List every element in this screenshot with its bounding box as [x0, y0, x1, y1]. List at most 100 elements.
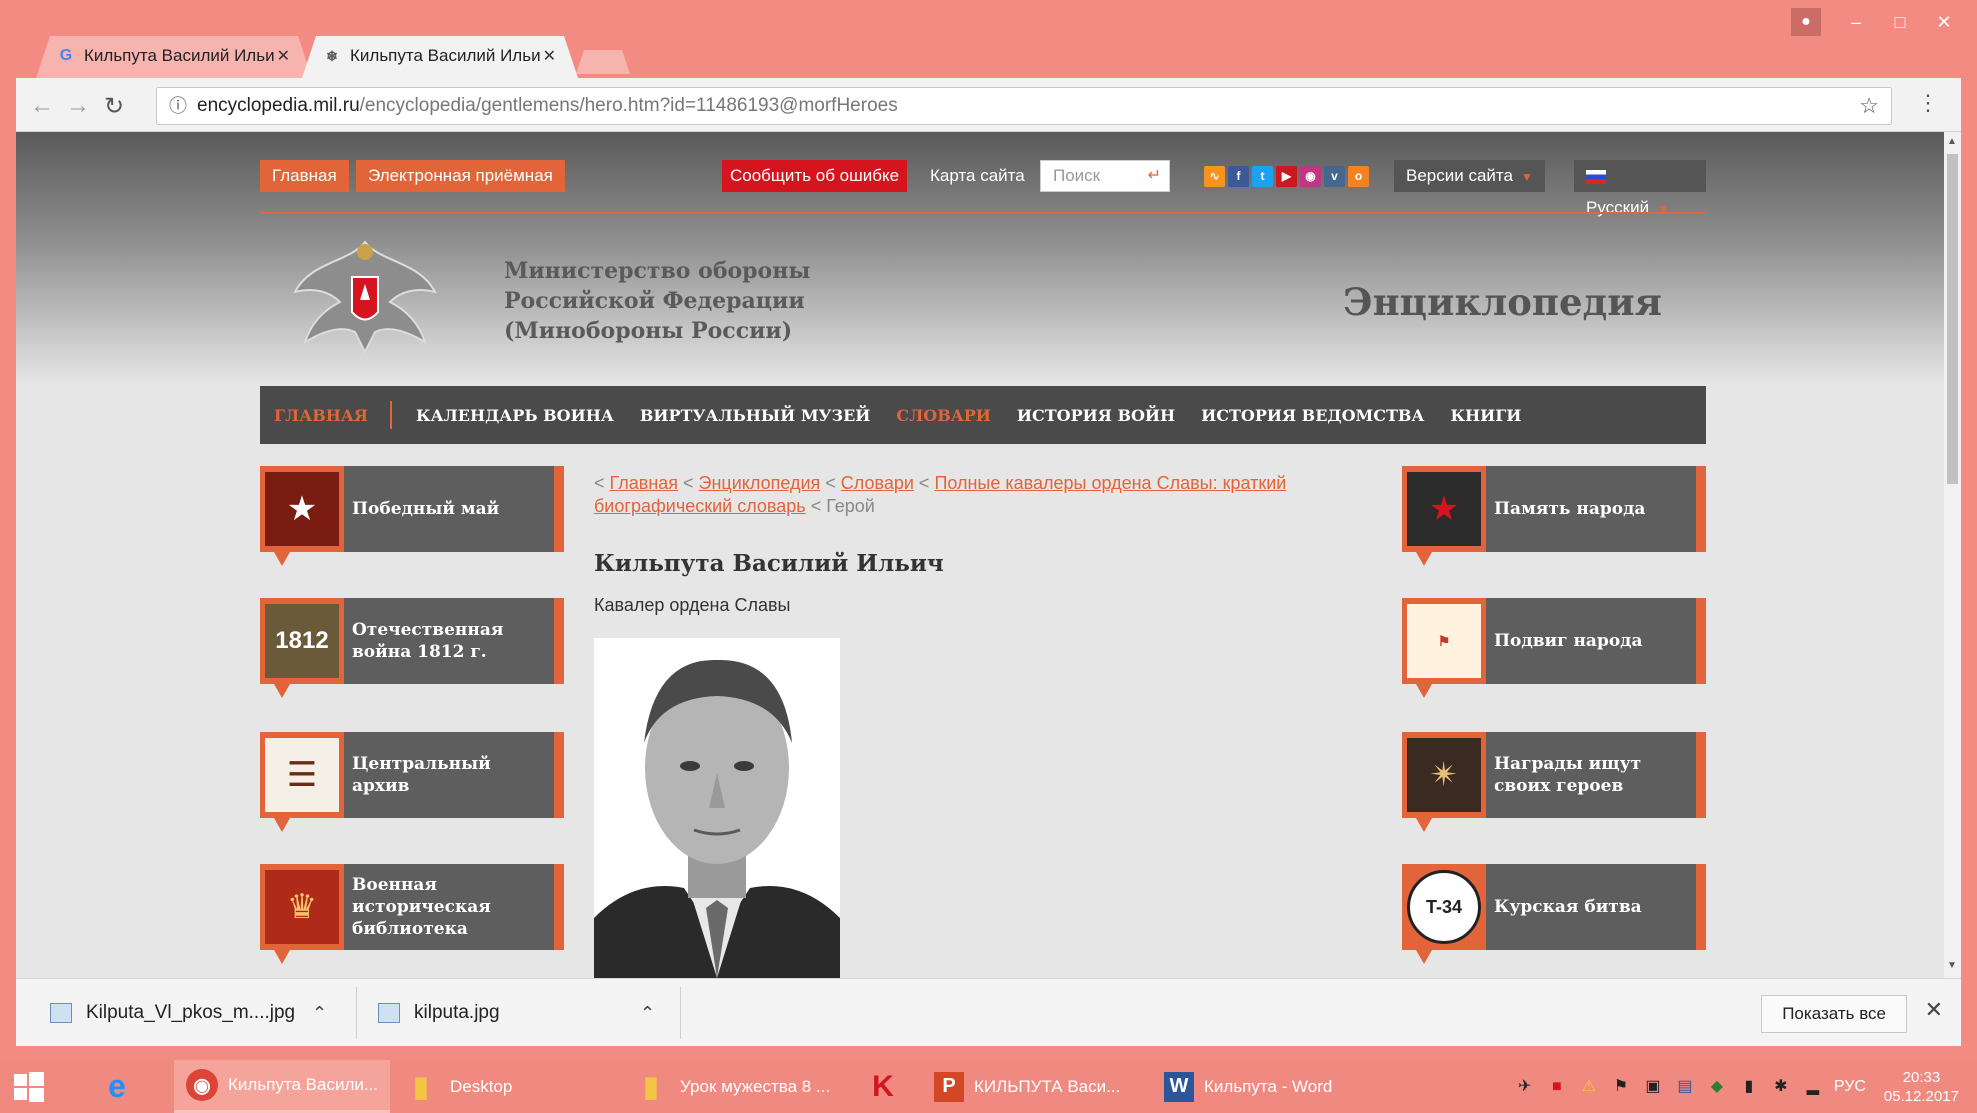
social-icons: ∿ f t ▶ ◉ v o [1204, 166, 1369, 187]
flag-icon[interactable]: ⚑ [1610, 1076, 1632, 1098]
breadcrumb-home[interactable]: Главная [610, 473, 679, 493]
download-item[interactable]: kilputa.jpg ⌃ [378, 979, 678, 1047]
tab-title: Кильпута Василий Ильи [84, 46, 275, 65]
tile-memory-of-people[interactable]: ★ Память народа [1402, 466, 1706, 566]
taskbar-label: Кильпута Васили... [228, 1075, 379, 1094]
bookmark-star-icon[interactable]: ☆ [1859, 88, 1879, 124]
taskbar-chrome[interactable]: ◉ Кильпута Васили... [174, 1060, 390, 1113]
ministry-line: Министерство обороны [504, 258, 811, 284]
nav-item-calendar[interactable]: КАЛЕНДАРЬ ВОИНА [416, 406, 614, 425]
facebook-icon[interactable]: f [1228, 166, 1249, 187]
info-icon[interactable]: ⓘ [169, 88, 187, 124]
odnoklassniki-icon[interactable]: o [1348, 166, 1369, 187]
tray-security-icon[interactable]: ■ [1546, 1076, 1568, 1098]
show-all-downloads-button[interactable]: Показать все [1761, 995, 1907, 1033]
hero-subtitle: Кавалер ордена Славы [594, 595, 791, 615]
tile-feat-of-people[interactable]: ⚑ Подвиг народа [1402, 598, 1706, 698]
close-icon[interactable]: ✕ [1925, 997, 1943, 1023]
sitemap-link[interactable]: Карта сайта [930, 160, 1025, 192]
bluetooth-icon[interactable]: ✱ [1770, 1076, 1792, 1098]
network-app-icon[interactable]: ▤ [1674, 1076, 1696, 1098]
ministry-line: (Минобороны России) [504, 318, 793, 344]
taskbar-ie[interactable]: e [58, 1060, 174, 1113]
rss-icon[interactable]: ∿ [1204, 166, 1225, 187]
taskbar-word[interactable]: W Кильпута - Word [1152, 1060, 1382, 1113]
red-star-medal-icon: ★ [265, 472, 339, 546]
nav-item-war-history[interactable]: ИСТОРИЯ ВОЙН [1017, 406, 1175, 425]
tile-thumbnail: ★ [1402, 466, 1486, 552]
tile-awards-seek-heroes[interactable]: ✴ Награды ищут своих героев [1402, 732, 1706, 832]
tile-central-archive[interactable]: ☰ Центральный архив [260, 732, 564, 832]
order-medal-icon: ✴ [1407, 738, 1481, 812]
nav-item-dictionaries[interactable]: СЛОВАРИ [896, 406, 991, 425]
ministry-name[interactable]: Министерство обороны Российской Федераци… [504, 256, 810, 346]
vk-icon[interactable]: v [1324, 166, 1345, 187]
page-viewport: Главная Электронная приёмная Сообщить об… [16, 132, 1944, 978]
taskbar-powerpoint[interactable]: P КИЛЬПУТА Васи... [922, 1060, 1152, 1113]
close-window-button[interactable]: ✕ [1925, 8, 1963, 36]
scroll-up-arrow-icon[interactable]: ▲ [1947, 136, 1957, 147]
download-filename: kilputa.jpg [414, 1002, 500, 1023]
crown-monogram-icon: ♛ [265, 870, 339, 944]
language-indicator[interactable]: РУС [1834, 1076, 1866, 1098]
twitter-icon[interactable]: t [1252, 166, 1273, 187]
browser-tab-active[interactable]: ❄ Кильпута Василий Ильи ✕ [302, 36, 578, 78]
new-tab-button[interactable] [576, 50, 630, 74]
nav-item-home[interactable]: ГЛАВНАЯ [274, 406, 368, 425]
tile-military-library[interactable]: ♛ Военная историческая библиотека [260, 864, 564, 964]
usb-icon[interactable]: ▣ [1642, 1076, 1664, 1098]
battery-icon[interactable]: ▮ [1738, 1076, 1760, 1098]
profile-icon[interactable]: ● [1791, 8, 1821, 36]
search-placeholder: Поиск [1053, 166, 1101, 185]
scroll-down-arrow-icon[interactable]: ▼ [1947, 960, 1957, 971]
taskbar-label: Desktop [450, 1076, 513, 1096]
clock[interactable]: 20:33 05.12.2017 [1884, 1068, 1959, 1106]
close-tab-icon[interactable]: ✕ [277, 46, 290, 66]
nav-item-department-history[interactable]: ИСТОРИЯ ВЕДОМСТВА [1201, 406, 1424, 425]
tray-app-icon[interactable]: ✈ [1514, 1076, 1536, 1098]
e-reception-link[interactable]: Электронная приёмная [356, 160, 565, 192]
search-input[interactable]: Поиск ↵ [1040, 160, 1170, 192]
maximize-button[interactable]: □ [1881, 8, 1919, 36]
tile-label: Память народа [1494, 499, 1646, 519]
reload-icon[interactable]: ↻ [104, 92, 124, 121]
warning-icon[interactable]: ⚠ [1578, 1076, 1600, 1098]
windows-start-button[interactable] [0, 1060, 58, 1113]
ministry-emblem-logo[interactable] [290, 232, 440, 362]
taskbar-kaspersky[interactable]: K [852, 1060, 922, 1113]
signal-icon[interactable]: ▂ [1802, 1076, 1824, 1098]
tab-title: Кильпута Василий Ильи [350, 46, 541, 65]
tile-victory-may[interactable]: ★ Победный май [260, 466, 564, 566]
nav-item-books[interactable]: КНИГИ [1450, 406, 1521, 425]
tile-kursk-battle[interactable]: T-34 Курская битва [1402, 864, 1706, 964]
taskbar-desktop[interactable]: ▮ Desktop [390, 1060, 620, 1113]
chevron-up-icon[interactable]: ⌃ [312, 1003, 327, 1024]
report-error-button[interactable]: Сообщить об ошибке [722, 160, 908, 192]
tile-war-1812[interactable]: 1812 Отечественная война 1812 г. [260, 598, 564, 698]
breadcrumb-dictionaries[interactable]: Словари [841, 473, 914, 493]
minimize-button[interactable]: – [1837, 8, 1875, 36]
chevron-up-icon[interactable]: ⌃ [640, 1003, 655, 1024]
download-item[interactable]: Kilputa_Vl_pkos_m....jpg ⌃ [50, 979, 340, 1047]
enter-icon[interactable]: ↵ [1148, 161, 1161, 191]
breadcrumb-encyclopedia[interactable]: Энциклопедия [699, 473, 821, 493]
youtube-icon[interactable]: ▶ [1276, 166, 1297, 187]
home-link[interactable]: Главная [260, 160, 349, 192]
site-versions-dropdown[interactable]: Версии сайта ▼ [1394, 160, 1545, 192]
powerpoint-icon: P [934, 1071, 964, 1102]
back-icon[interactable]: ← [30, 92, 54, 120]
section-title: Энциклопедия [1343, 280, 1662, 324]
instagram-icon[interactable]: ◉ [1300, 166, 1321, 187]
tile-label: Отечественная война 1812 г. [352, 620, 504, 662]
taskbar-folder[interactable]: ▮ Урок мужества 8 ... [620, 1060, 852, 1113]
scrollbar-thumb[interactable] [1947, 154, 1958, 484]
address-bar[interactable]: ⓘ encyclopedia.mil.ru/encyclopedia/gentl… [156, 87, 1892, 125]
browser-menu-icon[interactable]: ⋮ [1917, 90, 1939, 116]
tray-green-icon[interactable]: ◆ [1706, 1076, 1728, 1098]
language-dropdown[interactable]: Русский ▼ [1574, 160, 1706, 217]
close-tab-icon[interactable]: ✕ [543, 46, 556, 66]
vertical-scrollbar[interactable]: ▲ ▼ [1944, 132, 1961, 978]
nav-item-museum[interactable]: ВИРТУАЛЬНЫЙ МУЗЕЙ [640, 406, 871, 425]
browser-tab[interactable]: G Кильпута Василий Ильи ✕ [36, 36, 312, 78]
forward-icon[interactable]: → [66, 92, 90, 120]
